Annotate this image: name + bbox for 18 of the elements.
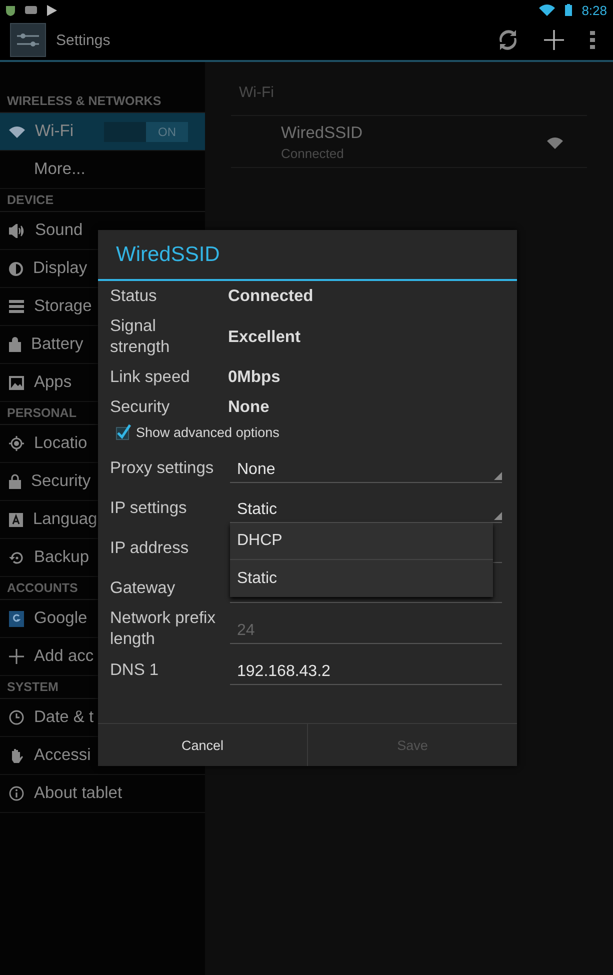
info-value: Excellent: [228, 326, 302, 348]
info-value: None: [228, 397, 270, 418]
section-header: DEVICE: [0, 189, 205, 212]
info-value: Connected: [228, 286, 314, 307]
field-label: Gateway: [110, 578, 176, 598]
info-label: Status: [110, 286, 158, 307]
field-label: Network prefix length: [110, 608, 216, 650]
app-title: Settings: [56, 32, 112, 48]
field-label: IP settings: [110, 498, 188, 518]
pane-title: Wi-Fi: [231, 84, 587, 116]
info-label: Signal strength: [110, 316, 171, 358]
field-label: IP address: [110, 538, 190, 558]
clock-time: 8:28: [582, 2, 607, 18]
field-label: Proxy settings: [110, 458, 215, 478]
checkbox-label: Show advanced options: [136, 424, 280, 440]
info-value: 0Mbps: [228, 367, 282, 388]
dialog-title: WiredSSID: [98, 230, 517, 281]
info-label: Link speed: [110, 367, 191, 388]
